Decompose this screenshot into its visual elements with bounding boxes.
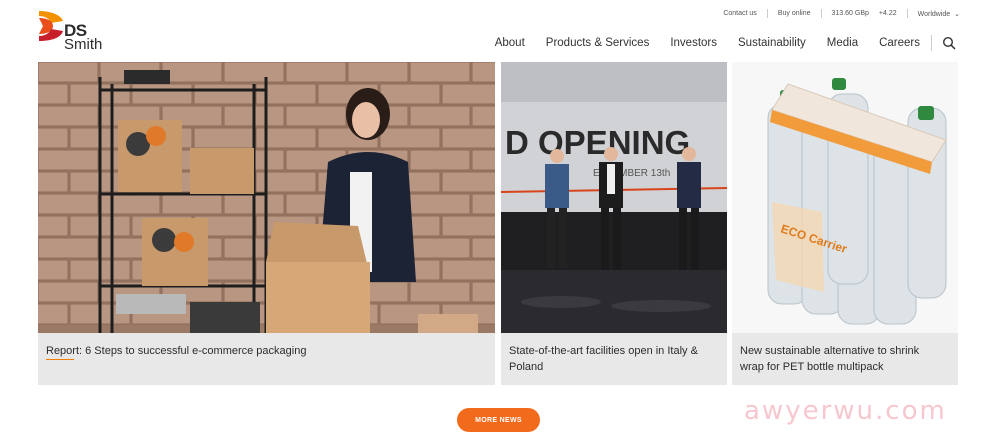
nav-divider <box>931 35 932 51</box>
search-icon[interactable] <box>942 36 956 50</box>
divider <box>906 9 908 18</box>
facility-opening-photo: D OPENING EPTEMBER 13th <box>501 62 727 333</box>
nav-sustainability[interactable]: Sustainability <box>738 37 806 49</box>
ds-smith-logo[interactable]: DS Smith <box>37 9 117 55</box>
news-card-facilities[interactable]: D OPENING EPTEMBER 13th State-of-the-art… <box>501 62 727 385</box>
divider <box>766 9 768 18</box>
news-card-image <box>38 62 495 333</box>
nav-careers[interactable]: Careers <box>879 37 920 49</box>
more-news-button[interactable]: MORE NEWS <box>457 408 540 432</box>
share-price: 313.60 GBp <box>831 10 869 17</box>
banner-text: D OPENING <box>505 124 690 161</box>
news-card-image: ECO Carrier <box>732 62 958 333</box>
divider <box>820 9 822 18</box>
logo-text-smith: Smith <box>64 36 103 53</box>
watermark-text: awyerwu.com <box>744 396 947 426</box>
chevron-down-icon: ⌄ <box>954 10 960 18</box>
news-card-eco-carrier[interactable]: ECO Carrier New sustainable alternative … <box>732 62 958 385</box>
caption-underline <box>46 359 74 360</box>
contact-link[interactable]: Contact us <box>723 10 756 17</box>
news-card-image: D OPENING EPTEMBER 13th <box>501 62 727 333</box>
region-selector[interactable]: Worldwide ⌄ <box>918 10 960 18</box>
nav-products-services[interactable]: Products & Services <box>546 37 650 49</box>
news-card-title: Report: 6 Steps to successful e-commerce… <box>46 345 307 357</box>
news-card-ecommerce[interactable]: Report: 6 Steps to successful e-commerce… <box>38 62 495 385</box>
nav-about[interactable]: About <box>495 37 525 49</box>
nav-media[interactable]: Media <box>827 37 858 49</box>
main-nav: About Products & Services Investors Sust… <box>474 35 956 51</box>
nav-investors[interactable]: Investors <box>670 37 717 49</box>
buy-online-link[interactable]: Buy online <box>778 10 811 17</box>
ecommerce-packaging-photo <box>38 62 495 333</box>
news-card-caption[interactable]: Report: 6 Steps to successful e-commerce… <box>46 343 483 360</box>
news-card-caption[interactable]: State-of-the-art facilities open in Ital… <box>509 343 715 375</box>
utility-bar: Contact us Buy online 313.60 GBp +4.22 W… <box>723 9 960 18</box>
eco-carrier-photo: ECO Carrier <box>732 62 958 333</box>
logo-mark-icon <box>39 11 63 41</box>
news-card-caption[interactable]: New sustainable alternative to shrink wr… <box>740 343 946 375</box>
share-change: +4.22 <box>878 10 897 17</box>
region-label: Worldwide <box>917 10 951 18</box>
